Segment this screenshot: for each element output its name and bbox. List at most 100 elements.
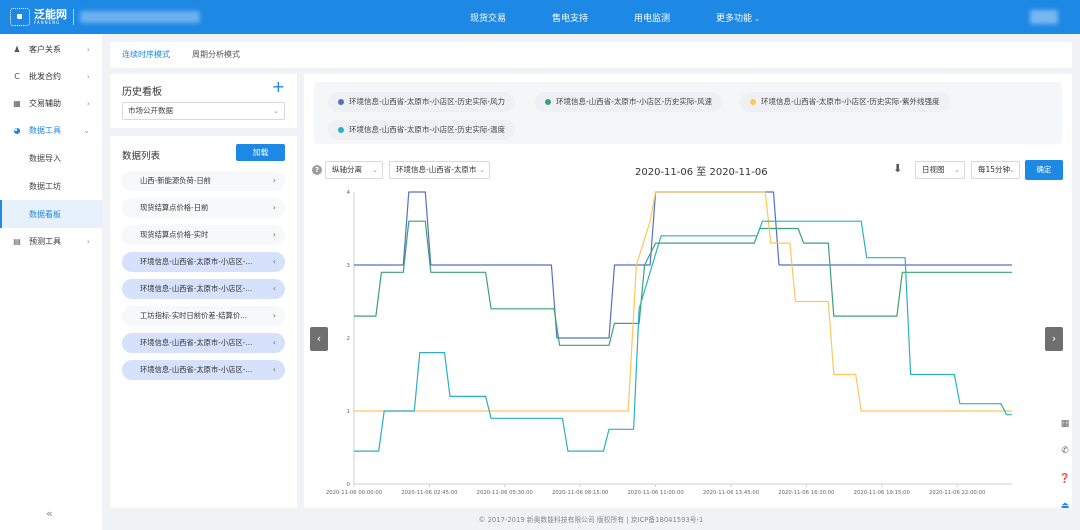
list-item[interactable]: 山西-新能源负荷-日前 › [122,171,285,191]
history-board-title: 历史看板 [122,87,162,98]
list-item-label: 环境信息-山西省-太原市-小店区-... [140,284,253,293]
list-item-label: 山西-新能源负荷-日前 [140,176,211,185]
location-filter-value: 环境信息-山西省-太原市 [396,165,477,174]
history-board-selected-value: 市场公开数据 [128,106,173,115]
pie-chart-icon: ◕ [13,126,21,135]
axis-mode-select[interactable]: 纵轴分离 ⌄ [325,161,383,179]
series-line-1[interactable] [354,220,1012,346]
load-button[interactable]: 加载 [236,144,285,161]
chevron-right-icon: › [86,237,90,246]
list-item-label: 环境信息-山西省-太原市-小店区-... [140,338,253,347]
trade-icon: ▦ [13,99,21,108]
sidebar-subitem-data-workshop[interactable]: 数据工坊 [0,172,102,200]
users-icon: ♟ [13,45,21,54]
chevron-right-icon: › [86,99,90,108]
line-chart: 0 1 2 3 4 2020-11-06 00:00:00 2020-11-06 02:45… [326,190,1012,496]
list-item[interactable]: 工坊指标-实时日前价差-结算价... › [122,306,285,326]
x-tick-label: 2020-11-06 13:45:00 [703,490,760,496]
series-line-0[interactable] [354,191,1012,339]
main-nav: 现货交易 售电支持 用电监测 更多功能 ⌄ [470,0,806,34]
sidebar-item-trade-assist[interactable]: ▦ 交易辅助 › [0,90,102,117]
list-item[interactable]: 现货结算点价格-日前 › [122,198,285,218]
chart-panel: 环境信息-山西省-太原市-小店区-历史实际-风力 环境信息-山西省-太原市-小店… [304,74,1072,508]
series-line-3[interactable] [354,220,1012,452]
sidebar-item-wholesale[interactable]: C 批发合约 › [0,63,102,90]
y-tick-label: 4 [347,190,351,196]
nav-spot-trading[interactable]: 现货交易 [470,11,506,24]
download-icon[interactable]: ⬇ [893,162,902,175]
view-select[interactable]: 日视图 ⌄ [915,161,965,179]
y-tick-label: 2 [347,336,351,342]
chevron-right-icon: › [272,230,276,239]
sidebar-subitem-data-import[interactable]: 数据导入 [0,144,102,172]
phone-icon[interactable]: ✆ [1058,444,1072,458]
sidebar-item-label: 预测工具 [29,237,61,246]
top-bar: 泛能网 FANNENG 现货交易 售电支持 用电监测 更多功能 ⌄ [0,0,1080,34]
eject-icon[interactable]: ⏏ [1058,499,1072,513]
chevron-down-icon: ⌄ [1009,166,1015,174]
location-filter-select[interactable]: 环境信息-山西省-太原市 ⌄ [389,161,490,179]
list-item[interactable]: 现货结算点价格-实时 › [122,225,285,245]
nav-more-functions[interactable]: 更多功能 ⌄ [716,11,760,24]
list-item[interactable]: 环境信息-山西省-太原市-小店区-... ‹ [122,252,285,272]
prev-period-button[interactable]: ‹ [310,327,328,351]
mode-tabs: 连续时序模式 周期分析模式 [110,42,1072,68]
sidebar-item-label: 交易辅助 [29,99,61,108]
forecast-icon: ▤ [13,237,21,246]
help-circle-icon[interactable]: ❓ [1058,472,1072,486]
confirm-button[interactable]: 确定 [1025,160,1063,180]
add-board-button[interactable]: + [272,77,285,96]
list-item-label: 现货结算点价格-实时 [140,230,209,239]
tab-continuous-mode[interactable]: 连续时序模式 [122,42,170,68]
nav-consumption-monitor[interactable]: 用电监测 [634,11,670,24]
list-item-label: 环境信息-山西省-太原市-小店区-... [140,365,253,374]
sidebar-item-data-tools[interactable]: ◕ 数据工具 ⌄ [0,117,102,144]
next-period-button[interactable]: › [1045,327,1063,351]
logo-subtitle: FANNENG [34,20,61,25]
chevron-right-icon: › [272,176,276,185]
logo[interactable]: 泛能网 FANNENG [10,8,200,26]
legend-item[interactable]: 环境信息-山西省-太原市-小店区-历史实际-风速 [535,92,723,112]
nav-retail-support[interactable]: 售电支持 [552,11,588,24]
legend-item[interactable]: 环境信息-山西省-太原市-小店区-历史实际-温度 [328,120,516,140]
sidebar-item-forecast[interactable]: ▤ 预测工具 › [0,228,102,255]
contract-icon: C [14,72,20,81]
list-item[interactable]: 环境信息-山西省-太原市-小店区-... ‹ [122,333,285,353]
legend-item[interactable]: 环境信息-山西省-太原市-小店区-历史实际-紫外线强度 [740,92,950,112]
y-tick-label: 3 [347,263,351,269]
legend-dot [750,99,756,105]
sidebar-item-label: 数据工具 [29,126,61,135]
grid-icon[interactable]: ▦ [1058,417,1072,431]
x-tick-label: 2020-11-06 11:00:00 [627,490,684,496]
history-board-select[interactable]: 市场公开数据 ⌄ [122,102,285,120]
legend-label: 环境信息-山西省-太原市-小店区-历史实际-温度 [349,125,506,134]
interval-select[interactable]: 每15分钟 ⌄ [971,161,1020,179]
view-value: 日视图 [922,165,945,174]
list-item-label: 环境信息-山西省-太原市-小店区-... [140,257,253,266]
data-list-title: 数据列表 [122,151,161,162]
tab-periodic-mode[interactable]: 周期分析模式 [192,42,240,68]
chevron-right-icon: › [272,203,276,212]
user-avatar-blurred[interactable] [1030,10,1058,24]
data-list-items: 山西-新能源负荷-日前 › 现货结算点价格-日前 › 现货结算点价格-实时 › 环境信息-山… [122,171,285,387]
x-tick-label: 2020-11-06 05:30:00 [477,490,534,496]
legend-dot [545,99,551,105]
chevron-left-icon: ‹ [272,257,276,266]
collapse-sidebar-button[interactable]: « [46,507,53,520]
legend-item[interactable]: 环境信息-山西省-太原市-小店区-历史实际-风力 [328,92,516,112]
x-tick-label: 2020-11-06 16:30:00 [778,490,835,496]
legend-label: 环境信息-山西省-太原市-小店区-历史实际-紫外线强度 [761,97,940,106]
sidebar-subitem-data-dashboard[interactable]: 数据看板 [0,200,102,228]
sidebar-item-customer[interactable]: ♟ 客户关系 › [0,36,102,63]
legend: 环境信息-山西省-太原市-小店区-历史实际-风力 环境信息-山西省-太原市-小店… [314,82,1062,144]
footer-copyright: © 2017-2019 新奥数能科技有限公司 版权所有 | 京ICP备18041… [478,516,704,524]
series-line-2[interactable] [354,191,1012,412]
list-item[interactable]: 环境信息-山西省-太原市-小店区-... ‹ [122,279,285,299]
help-circle-icon[interactable]: ? [312,165,322,175]
chevron-down-icon: ⌄ [273,107,279,115]
chevron-down-icon: ⌄ [372,166,378,174]
y-tick-label: 0 [347,482,351,488]
date-range[interactable]: 2020-11-06 至 2020-11-06 [635,163,768,178]
list-item[interactable]: 环境信息-山西省-太原市-小店区-... ‹ [122,360,285,380]
data-list-panel: 数据列表 加载 山西-新能源负荷-日前 › 现货结算点价格-日前 › 现货结算点价格-实… [110,136,297,508]
